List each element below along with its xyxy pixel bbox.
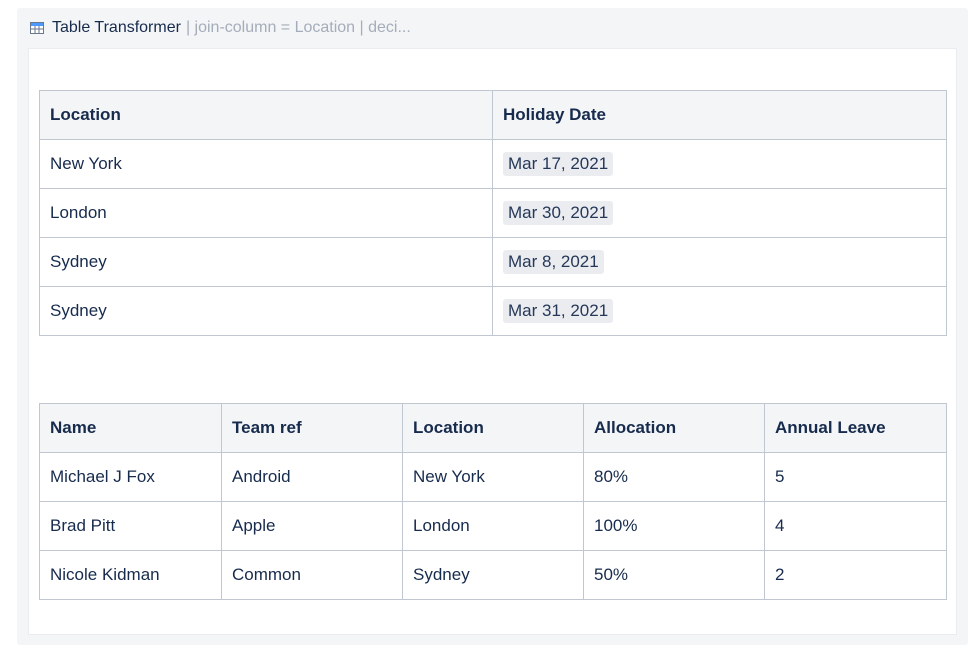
table-row: Nicole Kidman Common Sydney 50% 2 xyxy=(39,550,947,600)
date-lozenge: Mar 17, 2021 xyxy=(503,152,614,176)
table-cell: Android xyxy=(221,452,403,502)
column-header-location[interactable]: Location xyxy=(39,90,493,140)
table-row: Brad Pitt Apple London 100% 4 xyxy=(39,501,947,551)
table-cell: Mar 8, 2021 xyxy=(492,237,947,287)
column-header-name[interactable]: Name xyxy=(39,403,222,453)
table-cell: Apple xyxy=(221,501,403,551)
staff-table: Name Team ref Location Allocation Annual… xyxy=(39,403,947,600)
date-lozenge: Mar 30, 2021 xyxy=(503,201,614,225)
table-cell: 100% xyxy=(583,501,765,551)
table-cell: Nicole Kidman xyxy=(39,550,222,600)
table-transformer-macro: Table Transformer | join-column = Locati… xyxy=(17,8,968,645)
table-row: New York Mar 17, 2021 xyxy=(39,139,947,189)
table-transformer-icon xyxy=(30,21,44,35)
table-cell: New York xyxy=(402,452,584,502)
table-cell: Mar 30, 2021 xyxy=(492,188,947,238)
table-cell: Sydney xyxy=(39,286,493,336)
table-cell: Sydney xyxy=(39,237,493,287)
macro-body: Location Holiday Date New York Mar 17, 2… xyxy=(28,48,957,635)
table-cell: Mar 17, 2021 xyxy=(492,139,947,189)
table-cell: 5 xyxy=(764,452,947,502)
table-cell: Brad Pitt xyxy=(39,501,222,551)
column-header-annual-leave[interactable]: Annual Leave xyxy=(764,403,947,453)
table-header-row: Location Holiday Date xyxy=(39,90,947,140)
table-cell: 2 xyxy=(764,550,947,600)
holiday-table: Location Holiday Date New York Mar 17, 2… xyxy=(39,90,947,336)
table-row: Sydney Mar 8, 2021 xyxy=(39,237,947,287)
table-row: Sydney Mar 31, 2021 xyxy=(39,286,947,336)
column-header-team-ref[interactable]: Team ref xyxy=(221,403,403,453)
table-cell: Michael J Fox xyxy=(39,452,222,502)
column-header-holiday-date[interactable]: Holiday Date xyxy=(492,90,947,140)
table-cell: New York xyxy=(39,139,493,189)
table-cell: Sydney xyxy=(402,550,584,600)
table-cell: Mar 31, 2021 xyxy=(492,286,947,336)
date-lozenge: Mar 8, 2021 xyxy=(503,250,604,274)
table-cell: London xyxy=(402,501,584,551)
macro-title: Table Transformer xyxy=(52,19,181,36)
table-row: London Mar 30, 2021 xyxy=(39,188,947,238)
column-header-allocation[interactable]: Allocation xyxy=(583,403,765,453)
table-row: Michael J Fox Android New York 80% 5 xyxy=(39,452,947,502)
table-cell: 4 xyxy=(764,501,947,551)
macro-header[interactable]: Table Transformer | join-column = Locati… xyxy=(30,18,411,38)
column-header-location[interactable]: Location xyxy=(402,403,584,453)
table-cell: 50% xyxy=(583,550,765,600)
table-cell: London xyxy=(39,188,493,238)
macro-params: | join-column = Location | deci... xyxy=(185,19,411,36)
table-cell: 80% xyxy=(583,452,765,502)
table-cell: Common xyxy=(221,550,403,600)
table-header-row: Name Team ref Location Allocation Annual… xyxy=(39,403,947,453)
date-lozenge: Mar 31, 2021 xyxy=(503,299,614,323)
